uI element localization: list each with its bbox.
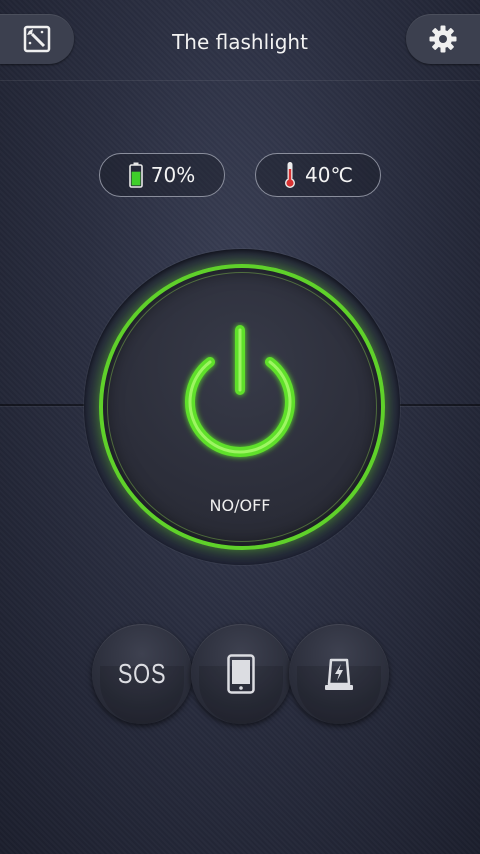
temperature-indicator: 40℃ [255,153,381,197]
thermometer-icon [285,162,296,188]
screen-light-button[interactable] [191,624,291,724]
temperature-value: 40℃ [305,163,353,187]
top-bar: The flashlight [0,0,480,81]
power-label: NO/OFF [209,496,271,515]
sos-label: SOS [117,658,167,689]
settings-button[interactable] [406,14,480,64]
battery-percent: 70% [150,163,196,187]
divider-left [0,404,86,406]
battery-indicator: 70% [99,153,225,197]
divider-right [398,404,480,406]
power-icon [185,325,295,457]
battery-icon [128,162,143,188]
phone-screen-icon [227,654,255,694]
sos-button[interactable]: SOS [92,624,192,724]
warning-light-icon [325,658,353,690]
warning-light-button[interactable] [289,624,389,724]
gear-icon [429,25,457,53]
